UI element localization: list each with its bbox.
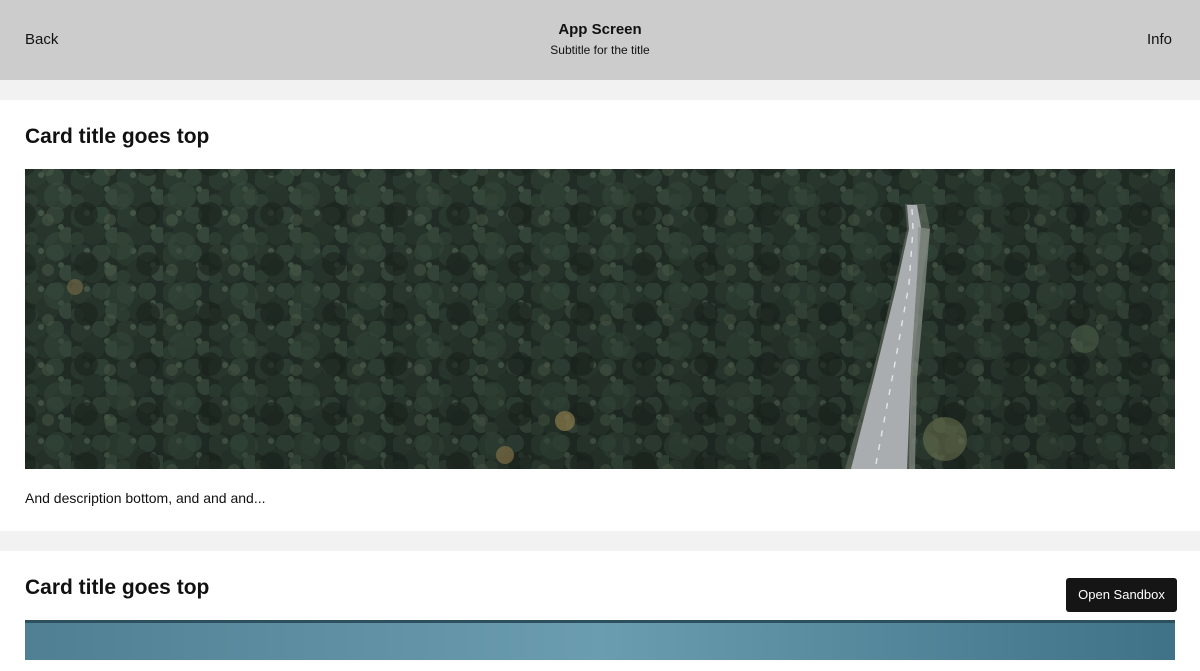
page-subtitle: Subtitle for the title (550, 43, 650, 57)
card-title: Card title goes top (25, 125, 210, 148)
card-title: Card title goes top (25, 576, 210, 599)
card-image-ocean (25, 620, 1175, 660)
info-button[interactable]: Info (1147, 30, 1172, 50)
card: Card title goes top (0, 551, 1200, 671)
card-description: And description bottom, and and and... (25, 490, 266, 506)
page-title: App Screen (558, 21, 642, 38)
card-image-forest-road (25, 169, 1175, 469)
app-header: Back App Screen Subtitle for the title I… (0, 0, 1200, 80)
card: Card title goes top (0, 100, 1200, 531)
open-sandbox-button[interactable]: Open Sandbox (1066, 578, 1177, 612)
header-title-block: App Screen Subtitle for the title (0, 20, 1200, 58)
